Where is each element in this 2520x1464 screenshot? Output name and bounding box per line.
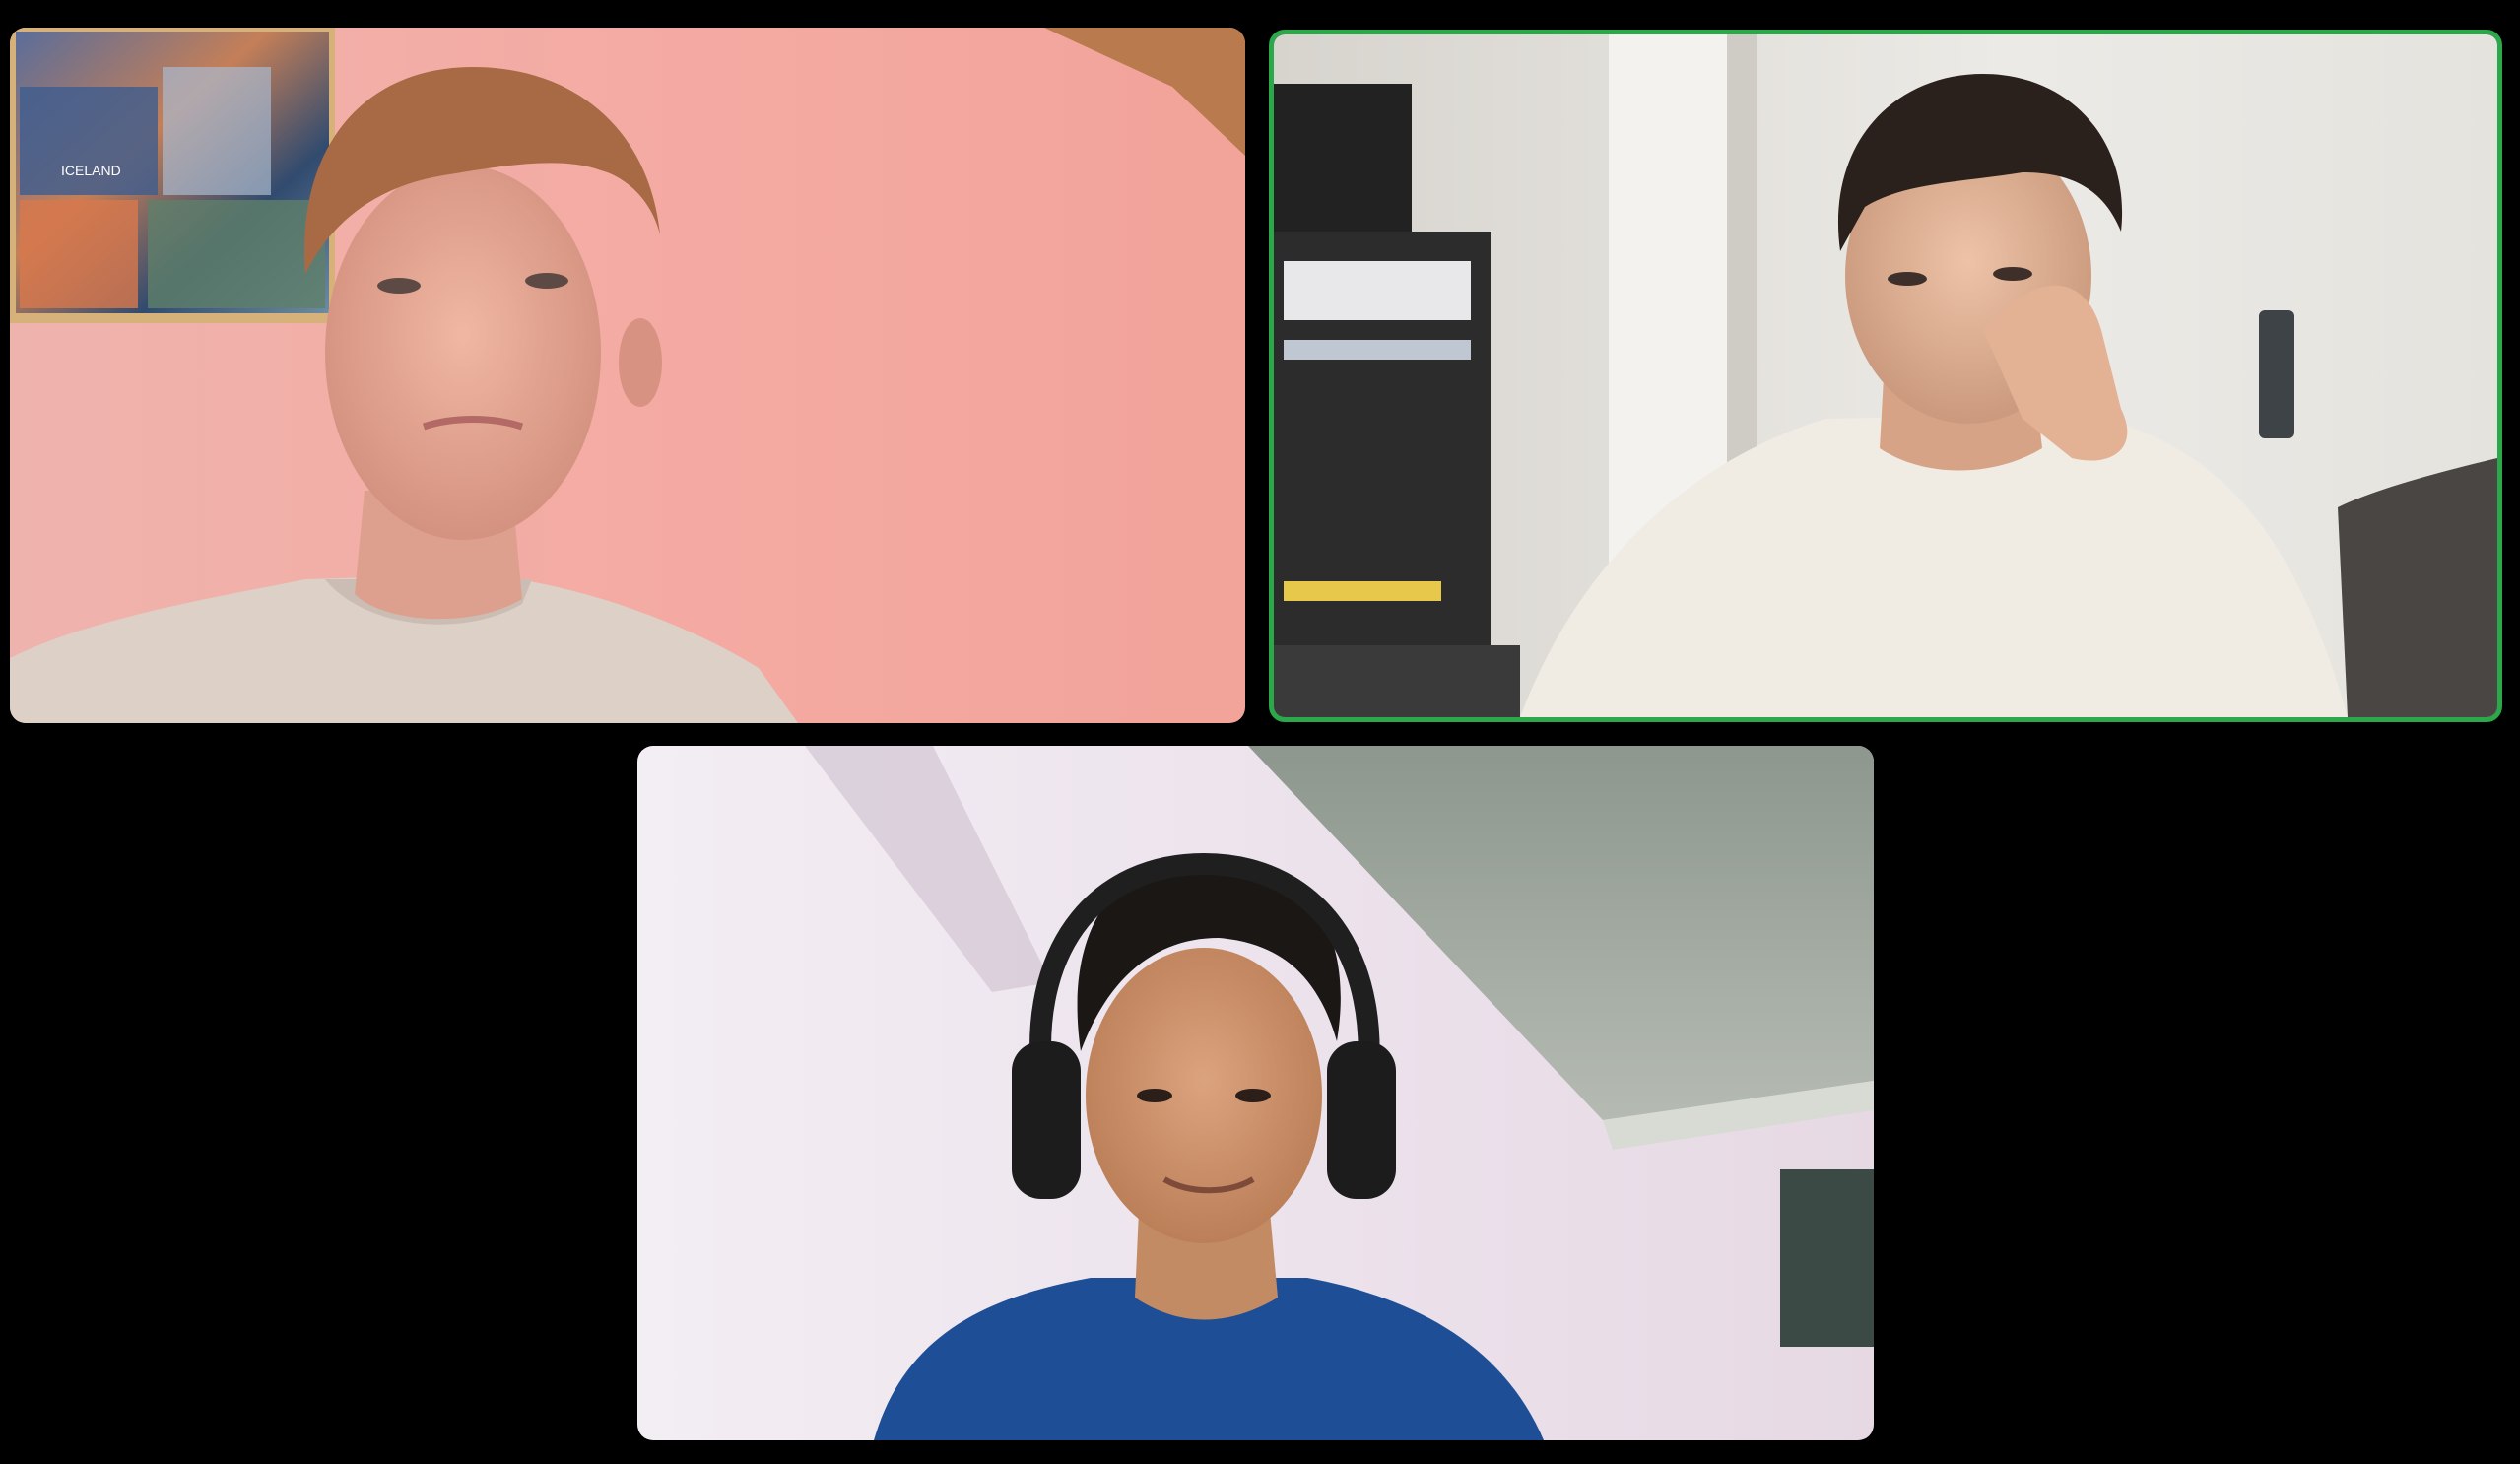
- participant-video-tile-1[interactable]: ICELAND: [10, 28, 1245, 723]
- poster-label: ICELAND: [61, 163, 121, 178]
- participant-video-tile-2-active-speaker[interactable]: [1269, 30, 2502, 722]
- wall-poster-image: ICELAND: [10, 28, 335, 323]
- participant-video-tile-3[interactable]: [637, 746, 1874, 1440]
- participant-1-video-feed: ICELAND: [10, 28, 1245, 723]
- participant-3-video-feed: [637, 746, 1874, 1440]
- video-gallery: ICELAND: [0, 0, 2520, 1464]
- participant-2-video-feed: [1274, 34, 2497, 717]
